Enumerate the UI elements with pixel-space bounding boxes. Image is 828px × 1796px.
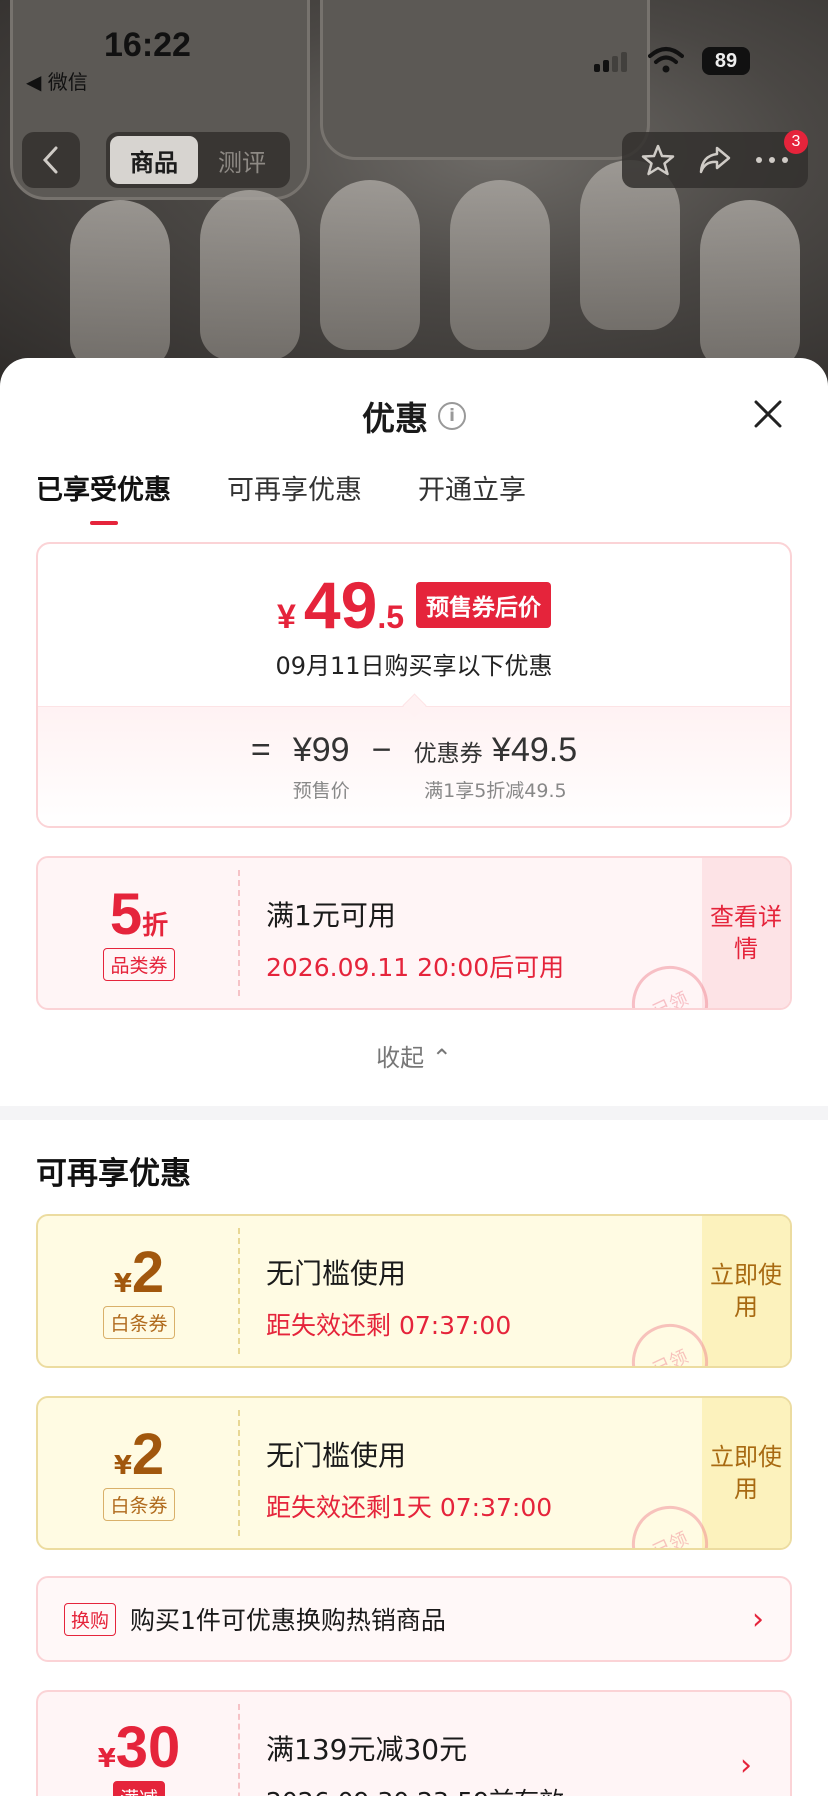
share-icon xyxy=(699,146,731,174)
full-reduction-coupon[interactable]: ¥30 满减 满139元减30元 2026.09.30 23:59前有效 › xyxy=(36,1690,792,1796)
tab-more-discounts[interactable]: 可再享优惠 xyxy=(227,468,362,525)
coupon-currency: ¥ xyxy=(113,1450,132,1481)
chevron-right-icon: › xyxy=(740,1748,752,1783)
formula-equals: = xyxy=(250,731,271,769)
info-icon[interactable]: i xyxy=(438,402,466,430)
coupon-condition: 满139元减30元 xyxy=(266,1733,468,1766)
coupon-discount-unit: 折 xyxy=(142,910,169,941)
price-tag: 预售券后价 xyxy=(416,582,552,628)
coupon-condition: 无门槛使用 xyxy=(266,1257,407,1290)
coupon-type-tag: 满减 xyxy=(112,1780,165,1796)
status-time: 16:22 xyxy=(104,26,191,64)
more-icon xyxy=(755,157,788,163)
exchange-tag: 换购 xyxy=(64,1602,117,1636)
use-now-button[interactable]: 立即使用 xyxy=(702,1398,790,1548)
coupon-amount-value: 30 xyxy=(115,1714,181,1780)
price-subtitle: 09月11日购买享以下优惠 xyxy=(275,652,553,680)
nav-actions xyxy=(622,132,808,188)
sheet-title: 优惠 xyxy=(362,399,428,438)
discount-sheet: 优惠 i 已享受优惠 可再享优惠 开通立享 ¥ 49 .5 预售券后价 09月1… xyxy=(0,358,828,1796)
coupon-discount-value: 5 xyxy=(109,881,143,947)
collapse-button[interactable]: 收起 ⌃ xyxy=(0,1038,828,1073)
price-formula: = ¥99 预售价 − 优惠券 ¥49.5 满1享5折减49.5 xyxy=(38,731,790,803)
coupon-type-tag: 品类券 xyxy=(103,947,175,981)
section-divider xyxy=(0,1106,828,1120)
signal-icon xyxy=(594,52,627,72)
page-tab-switch: 商品 测评 xyxy=(106,132,290,188)
baitiao-coupon: ¥2 白条券 无门槛使用 距失效还剩 07:37:00 已领 立即使用 xyxy=(36,1214,792,1368)
more-discounts-title: 可再享优惠 xyxy=(36,1156,191,1192)
coupon-type-tag: 白条券 xyxy=(103,1305,175,1339)
coupon-amount: ¥49.5 xyxy=(492,731,578,769)
status-bar: 16:22 ◀ 微信 89 xyxy=(0,0,828,94)
coupon-amount-value: 2 xyxy=(131,1421,165,1487)
coupon-rule: 满1享5折减49.5 xyxy=(424,780,567,802)
coupon-currency: ¥ xyxy=(97,1743,116,1774)
sheet-header: 优惠 i xyxy=(0,392,828,440)
back-button[interactable] xyxy=(22,132,80,188)
coupon-prefix: 优惠券 xyxy=(413,741,483,767)
presale-label: 预售价 xyxy=(292,780,350,802)
use-now-button[interactable]: 立即使用 xyxy=(702,1216,790,1366)
wifi-icon xyxy=(648,47,684,73)
exchange-text: 购买1件可优惠换购热销商品 xyxy=(130,1606,446,1635)
share-button[interactable] xyxy=(697,142,733,178)
more-button[interactable] xyxy=(754,155,790,165)
coupon-amount-value: 2 xyxy=(131,1239,165,1305)
discount-coupon: 5折 品类券 满1元可用 2026.09.11 20:00后可用 已领 查看详情 xyxy=(36,856,792,1010)
star-icon xyxy=(642,144,675,176)
price-decimal: .5 xyxy=(377,599,405,635)
view-details-button[interactable]: 查看详情 xyxy=(702,858,790,1008)
favorite-button[interactable] xyxy=(640,142,676,178)
chevron-left-icon xyxy=(42,146,58,174)
coupon-valid-time: 2026.09.11 20:00后可用 xyxy=(266,953,565,982)
coupon-currency: ¥ xyxy=(113,1268,132,1299)
coupon-condition: 无门槛使用 xyxy=(266,1439,407,1472)
baitiao-coupon: ¥2 白条券 无门槛使用 距失效还剩1天 07:37:00 已领 立即使用 xyxy=(36,1396,792,1550)
tab-enjoyed[interactable]: 已享受优惠 xyxy=(36,468,171,525)
coupon-valid-time: 2026.09.30 23:59前有效 xyxy=(266,1782,702,1796)
chevron-right-icon: › xyxy=(752,1601,764,1637)
exchange-offer-row[interactable]: 换购 购买1件可优惠换购热销商品 › xyxy=(36,1576,792,1662)
price-currency: ¥ xyxy=(276,598,296,636)
formula-minus: − xyxy=(371,731,392,769)
coupon-type-tag: 白条券 xyxy=(103,1487,175,1521)
message-count-badge: 3 xyxy=(784,130,808,154)
price-integer: 49 xyxy=(303,568,378,642)
tab-review[interactable]: 测评 xyxy=(198,136,286,184)
price-summary-card: ¥ 49 .5 预售券后价 09月11日购买享以下优惠 = ¥99 预售价 − … xyxy=(36,542,792,828)
battery-indicator: 89 xyxy=(702,47,750,75)
coupon-countdown: 距失效还剩 07:37:00 xyxy=(266,1311,512,1340)
back-to-wechat-link[interactable]: ◀ 微信 xyxy=(26,66,88,95)
presale-price: ¥99 xyxy=(292,731,350,769)
discount-tabs: 已享受优惠 可再享优惠 开通立享 xyxy=(36,468,526,525)
tab-product[interactable]: 商品 xyxy=(110,136,198,184)
close-icon[interactable] xyxy=(748,394,788,434)
tab-open-now[interactable]: 开通立享 xyxy=(418,468,526,525)
coupon-condition: 满1元可用 xyxy=(266,899,396,932)
coupon-countdown: 距失效还剩1天 07:37:00 xyxy=(266,1493,553,1522)
